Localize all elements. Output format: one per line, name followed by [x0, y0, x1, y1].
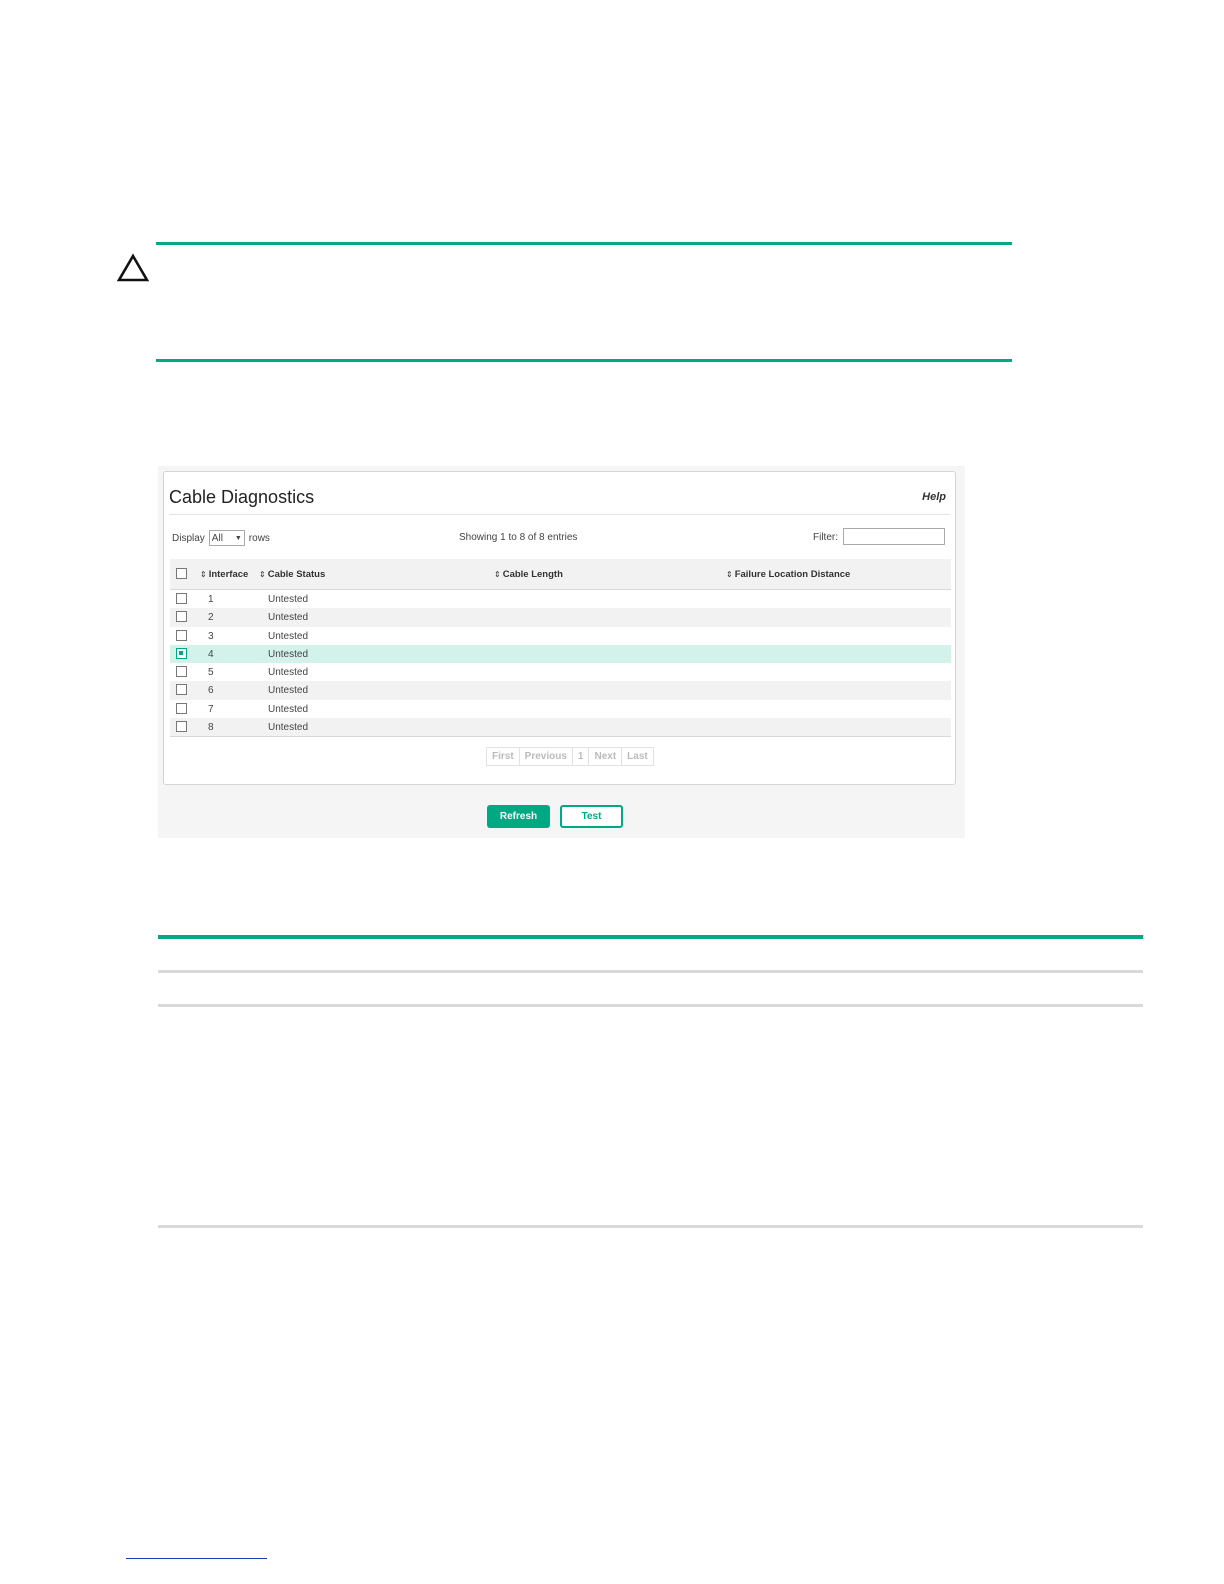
pager-previous-button[interactable]: Previous — [520, 748, 573, 765]
entries-summary: Showing 1 to 8 of 8 entries — [459, 532, 578, 543]
rows-label: rows — [248, 532, 270, 544]
column-header-cable-status[interactable]: ⇕ Cable Status — [259, 569, 325, 580]
filter-input[interactable] — [843, 528, 945, 545]
table-bottom-rule — [158, 1225, 1143, 1228]
table-body: 1 Untested 2 Untested 3 Untested 4 Untested 5 Unt… — [170, 590, 951, 737]
table-row[interactable]: 1 Untested — [170, 590, 951, 608]
chevron-down-icon: ▼ — [234, 534, 242, 542]
interface-cell: 6 — [208, 685, 214, 697]
table-header-rule — [158, 970, 1143, 973]
sort-icon: ⇕ — [200, 570, 207, 579]
column-header-failure-location-distance[interactable]: ⇕ Failure Location Distance — [726, 569, 850, 580]
row-checkbox[interactable] — [176, 647, 187, 659]
column-header-cable-length[interactable]: ⇕ Cable Length — [494, 569, 563, 580]
interface-cell: 5 — [208, 667, 214, 679]
table-bottom-rule — [170, 736, 951, 738]
pagination: First Previous 1 Next Last — [486, 747, 654, 766]
cable-status-cell: Untested — [268, 685, 309, 697]
pager-last-button[interactable]: Last — [622, 748, 653, 765]
caution-bottom-rule — [156, 359, 1012, 362]
refresh-button[interactable]: Refresh — [487, 805, 550, 828]
table-row[interactable]: 4 Untested — [170, 644, 951, 664]
table-top-rule — [158, 935, 1143, 939]
sort-icon: ⇕ — [726, 570, 733, 579]
caution-top-rule — [156, 242, 1012, 245]
table-row[interactable]: 8 Untested — [170, 718, 951, 737]
pager-page-1[interactable]: 1 — [573, 748, 590, 765]
cable-diagnostics-screenshot: Cable Diagnostics Help Display All ▼ row… — [158, 466, 965, 838]
table-row[interactable]: 7 Untested — [170, 700, 951, 718]
caution-icon — [117, 253, 149, 282]
cable-status-cell: Untested — [268, 612, 309, 624]
interface-cell: 7 — [208, 703, 214, 715]
table-row[interactable]: 2 Untested — [170, 608, 951, 627]
sort-icon: ⇕ — [259, 570, 266, 579]
cable-status-cell: Untested — [268, 703, 309, 715]
filter-label: Filter: — [813, 532, 838, 543]
cable-status-cell: Untested — [268, 722, 309, 734]
table-row-rule — [158, 1004, 1143, 1007]
table-row[interactable]: 3 Untested — [170, 627, 951, 645]
pager-next-button[interactable]: Next — [589, 748, 623, 765]
row-checkbox[interactable] — [176, 721, 187, 733]
display-rows-control: Display All ▼ rows — [172, 530, 270, 546]
row-checkbox[interactable] — [176, 684, 187, 696]
sort-icon: ⇕ — [494, 570, 501, 579]
cable-status-cell: Untested — [268, 667, 309, 679]
table-row[interactable]: 5 Untested — [170, 663, 951, 681]
interface-cell: 8 — [208, 722, 214, 734]
row-checkbox[interactable] — [176, 593, 187, 604]
footer-link[interactable] — [126, 1558, 267, 1559]
title-divider — [169, 514, 950, 515]
interface-cell: 1 — [208, 594, 214, 605]
display-label: Display — [172, 532, 205, 544]
display-rows-value: All — [211, 532, 223, 544]
page-title: Cable Diagnostics — [169, 487, 315, 507]
column-header-interface[interactable]: ⇕ Interface — [200, 569, 248, 580]
interfaces-table: ⇕ Interface ⇕ Cable Status ⇕ Cable Length ⇕… — [170, 559, 951, 738]
pager-first-button[interactable]: First — [487, 748, 520, 765]
row-checkbox[interactable] — [176, 702, 187, 714]
row-checkbox[interactable] — [176, 666, 187, 678]
interface-cell: 2 — [208, 612, 214, 624]
display-rows-select[interactable]: All ▼ — [208, 530, 245, 546]
table-row[interactable]: 6 Untested — [170, 681, 951, 700]
cable-status-cell: Untested — [268, 648, 309, 660]
test-button[interactable]: Test — [560, 805, 623, 828]
cable-diagnostics-panel: Cable Diagnostics Help Display All ▼ row… — [163, 471, 956, 785]
interface-cell: 3 — [208, 630, 214, 642]
row-checkbox[interactable] — [176, 629, 187, 641]
interface-cell: 4 — [208, 648, 214, 660]
row-checkbox[interactable] — [176, 611, 187, 623]
table-header: ⇕ Interface ⇕ Cable Status ⇕ Cable Length ⇕… — [170, 559, 951, 590]
select-all-checkbox[interactable] — [176, 568, 187, 579]
cable-status-cell: Untested — [268, 630, 309, 642]
help-link[interactable]: Help — [922, 491, 946, 503]
cable-status-cell: Untested — [268, 594, 309, 605]
